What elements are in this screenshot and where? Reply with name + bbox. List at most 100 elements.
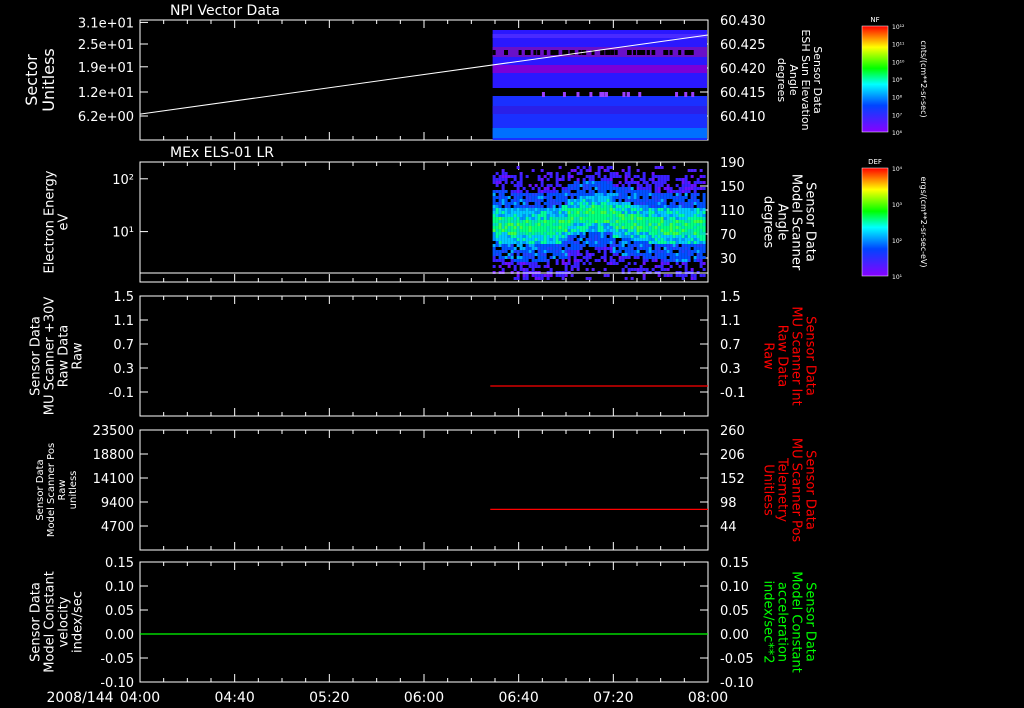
spectrogram-cell (594, 226, 598, 229)
colorbar-gradient (862, 168, 888, 276)
spectrogram-cell (513, 208, 517, 211)
spectrogram-cell (627, 229, 631, 232)
spectrogram-cell (627, 172, 631, 175)
spectrogram-cell (624, 172, 628, 175)
spectrogram-cell (609, 214, 613, 217)
spectrogram-cell (702, 229, 706, 232)
spectrogram-cell (621, 184, 625, 187)
spectrogram-cell (690, 199, 694, 202)
spectrogram-cell (519, 178, 523, 181)
spectrogram-cell (615, 205, 619, 208)
spectrogram-cell (648, 223, 652, 226)
spectrogram-cell (687, 208, 691, 211)
spectrogram-cell (642, 268, 646, 271)
spectrogram-cell (519, 235, 523, 238)
spectrogram-cell (579, 226, 583, 229)
y-axis-label-line: MU Scanner Int (788, 306, 803, 405)
spectrogram-cell (675, 274, 679, 277)
spectrogram-cell (528, 193, 532, 196)
x-tick-label: 04:40 (214, 690, 254, 706)
spectrogram-cell (609, 208, 613, 211)
spectrogram-cell (528, 208, 532, 211)
spectrogram-cell (651, 214, 655, 217)
colorbar-unit: cnts/(cm**2-sr-sec) (919, 40, 928, 117)
spectrogram-cell (630, 214, 634, 217)
spectrogram-cell (585, 241, 589, 244)
spectrogram-cell (690, 253, 694, 256)
spectrogram-cell (519, 199, 523, 202)
spectrogram-cell (675, 184, 679, 187)
spectrogram-cell (552, 211, 556, 214)
spectrogram-cell (501, 190, 505, 193)
spectrogram-cell (654, 241, 658, 244)
spectrogram-cell (684, 205, 688, 208)
spectrogram-cell (579, 220, 583, 223)
spectrogram-cell (540, 208, 544, 211)
spectrogram-cell (624, 202, 628, 205)
spectrogram-cell (630, 247, 634, 250)
spectrogram-cell (636, 256, 640, 259)
spectrogram-cell (690, 238, 694, 241)
spectrogram-cell (669, 259, 673, 262)
spectrogram-cell (567, 235, 571, 238)
spectrogram-cell (624, 217, 628, 220)
spectrogram-cell (579, 235, 583, 238)
spectrogram-cell (618, 232, 622, 235)
spectrogram-cell (513, 226, 517, 229)
spectrogram-cell (555, 184, 559, 187)
spectrogram-cell (501, 238, 505, 241)
spectrogram-cell (603, 235, 607, 238)
spectrogram-cell (588, 277, 592, 280)
spectrogram-cell (660, 217, 664, 220)
spectrogram-cell (651, 229, 655, 232)
spectrogram-cell (672, 256, 676, 259)
colorbar-title: NF (870, 16, 879, 24)
spectrogram-cell (588, 202, 592, 205)
spectrogram-cell (540, 238, 544, 241)
y-tick-label-right: 1.1 (720, 314, 741, 329)
spectrogram-cell (618, 223, 622, 226)
spectrogram-cell (504, 256, 508, 259)
spectrogram-cell (630, 235, 634, 238)
spectrogram-cell (666, 250, 670, 253)
spectrogram-cell (498, 202, 502, 205)
spectrogram-cell (546, 196, 550, 199)
spectrogram-cell (597, 211, 601, 214)
spectrogram-cell (588, 241, 592, 244)
spectrogram-cell (648, 202, 652, 205)
spectrogram-cell (636, 250, 640, 253)
spectrogram-cell (666, 190, 670, 193)
spectrogram-cell (492, 193, 496, 196)
spectrogram-cell (657, 175, 661, 178)
spectrogram-cell (524, 50, 528, 55)
spectrogram-cell (567, 259, 571, 262)
spectrogram-cell (681, 217, 685, 220)
spectrogram-cell (639, 232, 643, 235)
spectrogram-cell (627, 244, 631, 247)
spectrogram-cell (633, 223, 637, 226)
spectrogram-cell (504, 232, 508, 235)
spectrogram-cell (642, 256, 646, 259)
spectrogram-cell (495, 235, 499, 238)
spectrogram-cell (522, 229, 526, 232)
spectrogram-cell (594, 211, 598, 214)
spectrogram-cell (585, 181, 589, 184)
spectrogram-cell (573, 229, 577, 232)
spectrogram-cell (558, 250, 562, 253)
spectrogram-cell (564, 241, 568, 244)
spectrogram-cell (645, 214, 649, 217)
spectrogram-cell (501, 259, 505, 262)
spectrogram-cell (702, 220, 706, 223)
spectrogram-cell (687, 232, 691, 235)
spectrogram-cell (501, 184, 505, 187)
spectrogram-cell (615, 253, 619, 256)
spectrogram-cell (525, 268, 529, 271)
spectrogram-cell (681, 253, 685, 256)
spectrogram-cell (564, 223, 568, 226)
spectrogram-cell (660, 256, 664, 259)
spectrogram-cell (549, 202, 553, 205)
spectrogram-cell (588, 262, 592, 265)
spectrogram-cell (567, 250, 571, 253)
spectrogram-cell (642, 190, 646, 193)
spectrogram-cell (702, 199, 706, 202)
